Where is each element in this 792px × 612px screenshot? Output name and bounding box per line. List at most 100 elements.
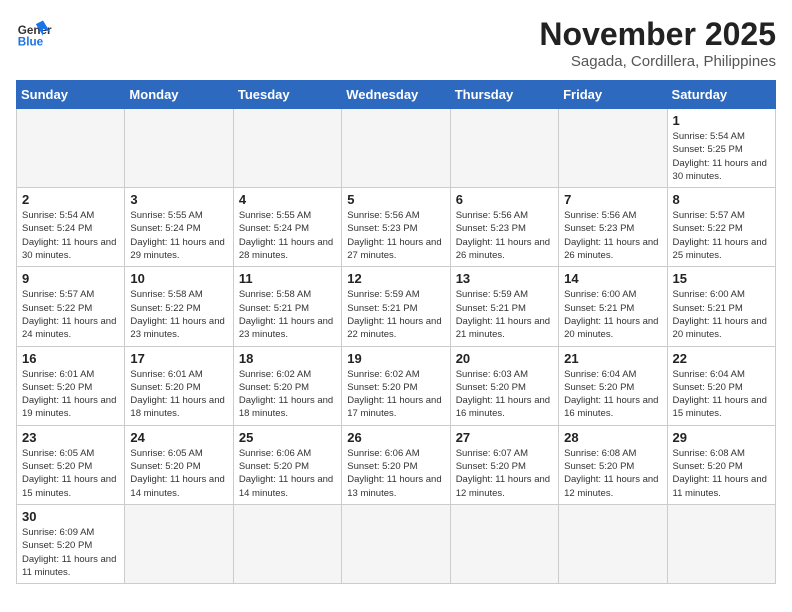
calendar-cell: 15 Sunrise: 6:00 AMSunset: 5:21 PMDayligh… <box>667 267 775 346</box>
day-number: 26 <box>347 430 444 445</box>
day-number: 6 <box>456 192 553 207</box>
calendar-cell: 30 Sunrise: 6:09 AMSunset: 5:20 PMDayligh… <box>17 504 125 583</box>
day-info: Sunrise: 6:00 AMSunset: 5:21 PMDaylight:… <box>564 288 661 341</box>
day-info: Sunrise: 6:08 AMSunset: 5:20 PMDaylight:… <box>564 447 661 500</box>
calendar-cell: 8Sunrise: 5:57 AMSunset: 5:22 PMDaylight… <box>667 188 775 267</box>
day-info: Sunrise: 6:05 AMSunset: 5:20 PMDaylight:… <box>130 447 227 500</box>
day-number: 11 <box>239 271 336 286</box>
day-number: 5 <box>347 192 444 207</box>
calendar-cell <box>450 504 558 583</box>
day-info: Sunrise: 5:56 AMSunset: 5:23 PMDaylight:… <box>564 209 661 262</box>
day-info: Sunrise: 6:02 AMSunset: 5:20 PMDaylight:… <box>347 368 444 421</box>
header: General Blue November 2025 Sagada, Cordi… <box>16 16 776 70</box>
day-info: Sunrise: 6:04 AMSunset: 5:20 PMDaylight:… <box>564 368 661 421</box>
day-info: Sunrise: 6:01 AMSunset: 5:20 PMDaylight:… <box>22 368 119 421</box>
day-number: 19 <box>347 351 444 366</box>
day-number: 24 <box>130 430 227 445</box>
calendar-cell: 6 Sunrise: 5:56 AMSunset: 5:23 PMDaylight… <box>450 188 558 267</box>
day-number: 1 <box>673 113 770 128</box>
day-info: Sunrise: 6:01 AMSunset: 5:20 PMDaylight:… <box>130 368 227 421</box>
day-info: Sunrise: 5:54 AMSunset: 5:25 PMDaylight:… <box>673 130 770 183</box>
calendar-cell: 7Sunrise: 5:56 AMSunset: 5:23 PMDaylight… <box>559 188 667 267</box>
calendar-cell: 1 Sunrise: 5:54 AMSunset: 5:25 PMDaylight… <box>667 109 775 188</box>
day-number: 20 <box>456 351 553 366</box>
logo-icon: General Blue <box>16 16 52 52</box>
day-number: 4 <box>239 192 336 207</box>
day-number: 30 <box>22 509 119 524</box>
calendar-cell <box>667 504 775 583</box>
day-info: Sunrise: 5:55 AMSunset: 5:24 PMDaylight:… <box>239 209 336 262</box>
day-info: Sunrise: 5:58 AMSunset: 5:22 PMDaylight:… <box>130 288 227 341</box>
calendar-cell: 14 Sunrise: 6:00 AMSunset: 5:21 PMDayligh… <box>559 267 667 346</box>
calendar-cell <box>125 109 233 188</box>
day-info: Sunrise: 5:57 AMSunset: 5:22 PMDaylight:… <box>22 288 119 341</box>
day-info: Sunrise: 6:06 AMSunset: 5:20 PMDaylight:… <box>347 447 444 500</box>
day-info: Sunrise: 5:56 AMSunset: 5:23 PMDaylight:… <box>456 209 553 262</box>
calendar-cell: 5 Sunrise: 5:56 AMSunset: 5:23 PMDaylight… <box>342 188 450 267</box>
calendar-cell: 13Sunrise: 5:59 AMSunset: 5:21 PMDayligh… <box>450 267 558 346</box>
calendar-cell: 19 Sunrise: 6:02 AMSunset: 5:20 PMDayligh… <box>342 346 450 425</box>
day-info: Sunrise: 6:09 AMSunset: 5:20 PMDaylight:… <box>22 526 119 579</box>
day-info: Sunrise: 6:04 AMSunset: 5:20 PMDaylight:… <box>673 368 770 421</box>
calendar-cell: 21 Sunrise: 6:04 AMSunset: 5:20 PMDayligh… <box>559 346 667 425</box>
day-number: 10 <box>130 271 227 286</box>
day-info: Sunrise: 5:59 AMSunset: 5:21 PMDaylight:… <box>347 288 444 341</box>
calendar-cell: 3Sunrise: 5:55 AMSunset: 5:24 PMDaylight… <box>125 188 233 267</box>
day-info: Sunrise: 6:07 AMSunset: 5:20 PMDaylight:… <box>456 447 553 500</box>
weekday-header-saturday: Saturday <box>667 81 775 109</box>
calendar-cell <box>559 109 667 188</box>
day-number: 27 <box>456 430 553 445</box>
calendar-cell: 4 Sunrise: 5:55 AMSunset: 5:24 PMDaylight… <box>233 188 341 267</box>
calendar: SundayMondayTuesdayWednesdayThursdayFrid… <box>16 80 776 584</box>
calendar-cell: 26 Sunrise: 6:06 AMSunset: 5:20 PMDayligh… <box>342 425 450 504</box>
day-info: Sunrise: 6:00 AMSunset: 5:21 PMDaylight:… <box>673 288 770 341</box>
svg-text:Blue: Blue <box>18 36 44 49</box>
calendar-cell: 12Sunrise: 5:59 AMSunset: 5:21 PMDayligh… <box>342 267 450 346</box>
calendar-cell: 27 Sunrise: 6:07 AMSunset: 5:20 PMDayligh… <box>450 425 558 504</box>
weekday-header-wednesday: Wednesday <box>342 81 450 109</box>
calendar-cell: 10 Sunrise: 5:58 AMSunset: 5:22 PMDayligh… <box>125 267 233 346</box>
day-number: 25 <box>239 430 336 445</box>
day-number: 16 <box>22 351 119 366</box>
calendar-week-5: 23Sunrise: 6:05 AMSunset: 5:20 PMDayligh… <box>17 425 776 504</box>
day-number: 21 <box>564 351 661 366</box>
day-number: 14 <box>564 271 661 286</box>
calendar-cell: 29 Sunrise: 6:08 AMSunset: 5:20 PMDayligh… <box>667 425 775 504</box>
day-number: 9 <box>22 271 119 286</box>
weekday-header-thursday: Thursday <box>450 81 558 109</box>
day-info: Sunrise: 5:55 AMSunset: 5:24 PMDaylight:… <box>130 209 227 262</box>
weekday-header-sunday: Sunday <box>17 81 125 109</box>
day-info: Sunrise: 5:58 AMSunset: 5:21 PMDaylight:… <box>239 288 336 341</box>
calendar-week-2: 2 Sunrise: 5:54 AMSunset: 5:24 PMDaylight… <box>17 188 776 267</box>
calendar-cell: 17 Sunrise: 6:01 AMSunset: 5:20 PMDayligh… <box>125 346 233 425</box>
day-info: Sunrise: 5:56 AMSunset: 5:23 PMDaylight:… <box>347 209 444 262</box>
weekday-header-tuesday: Tuesday <box>233 81 341 109</box>
calendar-cell: 16 Sunrise: 6:01 AMSunset: 5:20 PMDayligh… <box>17 346 125 425</box>
day-number: 15 <box>673 271 770 286</box>
month-title: November 2025 <box>539 16 776 53</box>
day-info: Sunrise: 6:02 AMSunset: 5:20 PMDaylight:… <box>239 368 336 421</box>
day-info: Sunrise: 5:57 AMSunset: 5:22 PMDaylight:… <box>673 209 770 262</box>
calendar-cell: 2 Sunrise: 5:54 AMSunset: 5:24 PMDaylight… <box>17 188 125 267</box>
day-number: 17 <box>130 351 227 366</box>
day-info: Sunrise: 5:54 AMSunset: 5:24 PMDaylight:… <box>22 209 119 262</box>
calendar-cell <box>233 109 341 188</box>
calendar-cell <box>450 109 558 188</box>
day-info: Sunrise: 6:06 AMSunset: 5:20 PMDaylight:… <box>239 447 336 500</box>
calendar-cell: 11 Sunrise: 5:58 AMSunset: 5:21 PMDayligh… <box>233 267 341 346</box>
day-number: 29 <box>673 430 770 445</box>
calendar-cell: 9 Sunrise: 5:57 AMSunset: 5:22 PMDaylight… <box>17 267 125 346</box>
calendar-cell: 25 Sunrise: 6:06 AMSunset: 5:20 PMDayligh… <box>233 425 341 504</box>
location-title: Sagada, Cordillera, Philippines <box>539 53 776 70</box>
weekday-header-monday: Monday <box>125 81 233 109</box>
day-info: Sunrise: 6:03 AMSunset: 5:20 PMDaylight:… <box>456 368 553 421</box>
day-number: 2 <box>22 192 119 207</box>
calendar-cell <box>559 504 667 583</box>
calendar-cell: 23Sunrise: 6:05 AMSunset: 5:20 PMDayligh… <box>17 425 125 504</box>
calendar-cell: 24 Sunrise: 6:05 AMSunset: 5:20 PMDayligh… <box>125 425 233 504</box>
day-info: Sunrise: 6:08 AMSunset: 5:20 PMDaylight:… <box>673 447 770 500</box>
day-number: 13 <box>456 271 553 286</box>
day-number: 28 <box>564 430 661 445</box>
weekday-header-friday: Friday <box>559 81 667 109</box>
day-info: Sunrise: 6:05 AMSunset: 5:20 PMDaylight:… <box>22 447 119 500</box>
